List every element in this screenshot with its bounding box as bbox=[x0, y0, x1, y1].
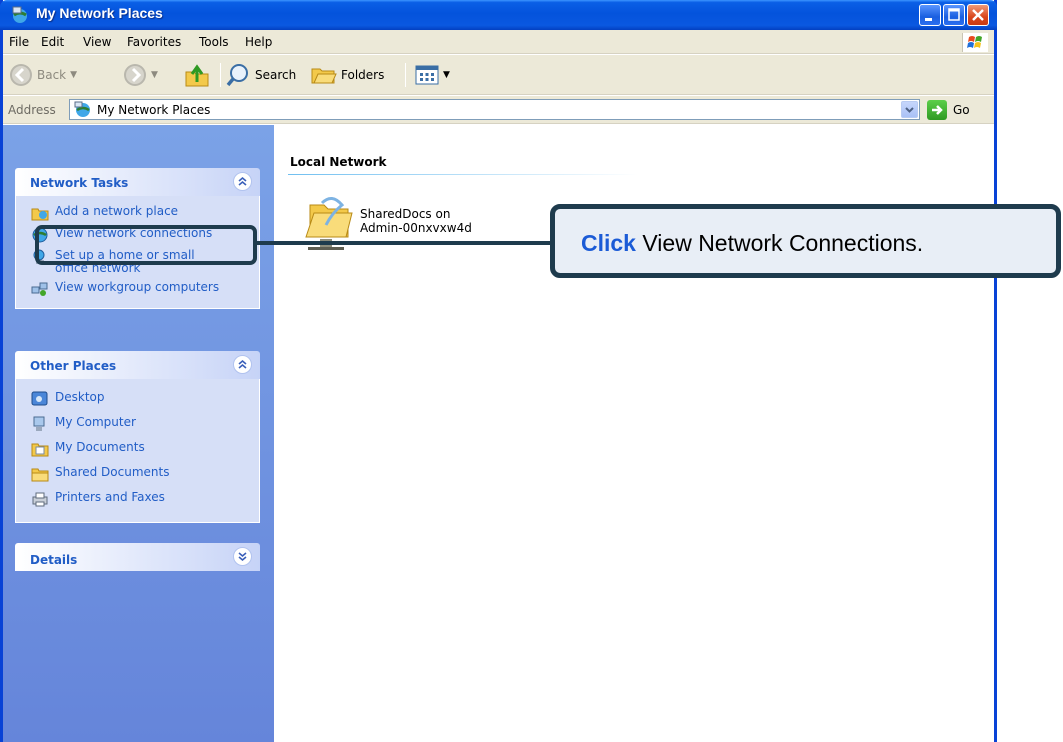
place-label: My Documents bbox=[55, 440, 145, 454]
other-places-header[interactable]: Other Places bbox=[15, 351, 260, 379]
windows-logo-icon bbox=[962, 33, 988, 52]
close-button[interactable] bbox=[967, 4, 989, 26]
my-computer-icon bbox=[33, 416, 45, 431]
go-arrow-icon bbox=[927, 99, 947, 120]
chevron-up-icon bbox=[238, 359, 247, 369]
task-pane: Network Tasks Add a network place View n… bbox=[3, 125, 274, 742]
place-label: Desktop bbox=[55, 390, 105, 404]
share-name-line1: SharedDocs on bbox=[360, 207, 451, 221]
go-button[interactable]: Go bbox=[927, 99, 970, 120]
menu-view[interactable]: View bbox=[83, 35, 111, 49]
maximize-button[interactable] bbox=[943, 4, 965, 26]
group-divider bbox=[288, 174, 638, 175]
menu-file[interactable]: File bbox=[9, 35, 29, 49]
network-places-icon bbox=[74, 101, 90, 117]
chevron-up-icon bbox=[238, 176, 247, 186]
place-printers-and-faxes[interactable]: Printers and Faxes bbox=[16, 487, 259, 512]
task-add-network-place[interactable]: Add a network place bbox=[16, 202, 259, 224]
close-icon bbox=[972, 9, 984, 21]
workgroup-icon bbox=[31, 282, 48, 296]
chevron-down-icon bbox=[238, 552, 247, 562]
views-icon bbox=[415, 65, 439, 85]
address-input[interactable]: My Network Places bbox=[69, 99, 920, 120]
search-icon bbox=[226, 64, 248, 87]
collapse-button[interactable] bbox=[233, 172, 252, 191]
details-panel: Details bbox=[15, 543, 260, 571]
folders-icon bbox=[311, 68, 337, 84]
menu-tools[interactable]: Tools bbox=[199, 35, 229, 49]
folders-label: Folders bbox=[341, 68, 385, 82]
task-label: Add a network place bbox=[55, 204, 179, 218]
address-label: Address bbox=[8, 103, 56, 117]
place-my-documents[interactable]: My Documents bbox=[16, 437, 259, 462]
menu-edit[interactable]: Edit bbox=[41, 35, 64, 49]
back-label: Back bbox=[37, 68, 67, 82]
forward-arrow-icon bbox=[124, 64, 146, 86]
other-places-body: Desktop My Computer My Documents Shared … bbox=[15, 379, 260, 523]
minimize-icon bbox=[925, 18, 932, 21]
address-dropdown-button[interactable] bbox=[901, 101, 918, 118]
network-tasks-header[interactable]: Network Tasks bbox=[15, 168, 260, 196]
forward-button[interactable]: ▼ bbox=[123, 61, 158, 89]
title-bar[interactable]: My Network Places bbox=[0, 0, 997, 30]
window-title: My Network Places bbox=[36, 5, 163, 21]
callout-click-word: Click bbox=[581, 230, 636, 256]
callout-box: Click View Network Connections. bbox=[550, 204, 1061, 278]
callout-highlight-box bbox=[35, 225, 257, 265]
expand-button[interactable] bbox=[233, 547, 252, 566]
address-value: My Network Places bbox=[97, 103, 211, 117]
task-view-workgroup-computers[interactable]: View workgroup computers bbox=[16, 278, 259, 300]
place-my-computer[interactable]: My Computer bbox=[16, 412, 259, 437]
go-label: Go bbox=[953, 102, 970, 117]
add-network-place-icon bbox=[31, 208, 49, 221]
details-title: Details bbox=[30, 553, 78, 567]
back-dropdown-icon[interactable]: ▼ bbox=[70, 70, 77, 80]
menu-bar: File Edit View Favorites Tools Help bbox=[3, 30, 994, 54]
views-button[interactable]: ▼ bbox=[415, 61, 450, 89]
chevron-down-icon bbox=[905, 107, 914, 113]
toolbar: Back ▼ ▼ Search Folders ▼ bbox=[3, 55, 994, 95]
menu-favorites[interactable]: Favorites bbox=[127, 35, 181, 49]
other-places-panel: Other Places Desktop My Computer My Docu… bbox=[15, 351, 260, 523]
other-places-title: Other Places bbox=[30, 359, 117, 373]
search-button[interactable]: Search bbox=[225, 61, 296, 89]
callout-instruction: View Network Connections. bbox=[635, 230, 924, 256]
place-shared-documents[interactable]: Shared Documents bbox=[16, 462, 259, 487]
network-tasks-title: Network Tasks bbox=[30, 176, 129, 190]
task-label: View workgroup computers bbox=[55, 280, 220, 294]
group-header: Local Network bbox=[290, 155, 387, 169]
menu-help[interactable]: Help bbox=[245, 35, 272, 49]
search-label: Search bbox=[255, 68, 297, 82]
maximize-icon bbox=[948, 8, 960, 21]
folder-icon bbox=[31, 468, 49, 482]
collapse-button[interactable] bbox=[233, 355, 252, 374]
my-documents-icon bbox=[31, 443, 49, 457]
up-folder-button[interactable] bbox=[183, 61, 211, 89]
callout-connector-line bbox=[257, 241, 555, 245]
back-button[interactable]: Back ▼ bbox=[9, 61, 77, 89]
up-folder-icon bbox=[185, 64, 209, 87]
forward-dropdown-icon[interactable]: ▼ bbox=[151, 70, 158, 80]
toolbar-separator bbox=[405, 63, 406, 87]
share-name-line2: Admin-00nxvxw4d bbox=[360, 221, 472, 235]
minimize-button[interactable] bbox=[919, 4, 941, 26]
toolbar-separator bbox=[220, 63, 221, 87]
place-desktop[interactable]: Desktop bbox=[16, 387, 259, 412]
back-arrow-icon bbox=[10, 64, 32, 86]
network-places-icon bbox=[12, 6, 27, 23]
views-dropdown-icon[interactable]: ▼ bbox=[443, 70, 450, 80]
printer-icon bbox=[32, 492, 48, 507]
details-header[interactable]: Details bbox=[15, 543, 260, 571]
place-label: Printers and Faxes bbox=[55, 490, 165, 504]
place-label: Shared Documents bbox=[55, 465, 170, 479]
folders-button[interactable]: Folders bbox=[309, 61, 384, 89]
desktop-icon bbox=[31, 391, 48, 406]
shared-docs-item[interactable]: SharedDocs on Admin-00nxvxw4d bbox=[302, 195, 522, 255]
callout-text: Click View Network Connections. bbox=[581, 230, 923, 257]
address-bar: Address My Network Places Go bbox=[3, 96, 994, 124]
explorer-window: My Network Places File Edit View Favorit… bbox=[0, 0, 997, 742]
place-label: My Computer bbox=[55, 415, 136, 429]
